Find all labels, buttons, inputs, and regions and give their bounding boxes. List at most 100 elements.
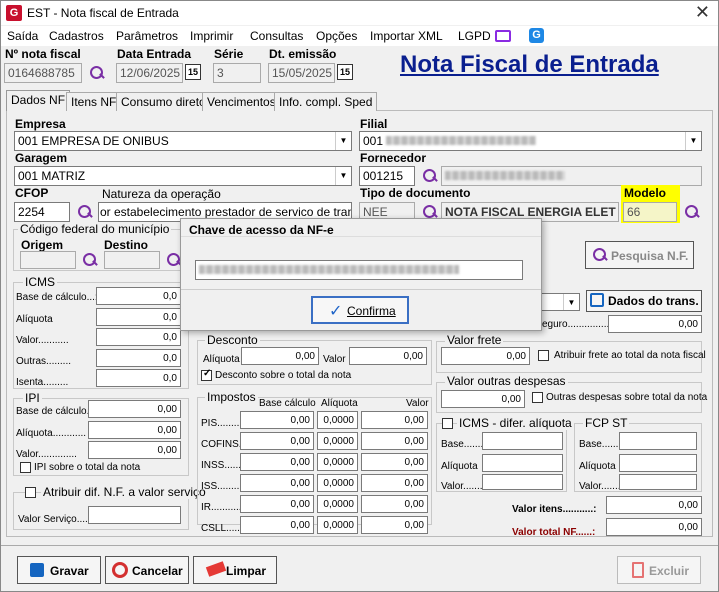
icms-dif-valor-input[interactable] xyxy=(482,474,563,490)
search-modelo-icon[interactable] xyxy=(682,203,700,221)
modelo-input[interactable]: 66 xyxy=(623,202,677,222)
imposto-aliquota-input[interactable]: 0,0000 xyxy=(317,516,358,534)
icms-valor-input[interactable]: 0,0 xyxy=(96,328,181,346)
empresa-select[interactable]: 001 EMPRESA DE ONIBUS ▼ xyxy=(14,131,352,151)
cancelar-button[interactable]: Cancelar xyxy=(105,556,189,584)
menu-imprimir[interactable]: Imprimir xyxy=(190,29,233,43)
tab-consumo-direto[interactable]: Consumo direto xyxy=(116,92,211,111)
imposto-base-input[interactable]: 0,00 xyxy=(240,411,314,429)
ipi-valor-input[interactable]: 0,00 xyxy=(88,441,181,459)
imposto-aliquota-input[interactable]: 0,0000 xyxy=(317,453,358,471)
icms-aliquota-input[interactable]: 0,0 xyxy=(96,308,181,326)
data-entrada-input[interactable]: 12/06/2025 xyxy=(116,63,183,83)
ipi-base-input[interactable]: 0,00 xyxy=(88,400,181,418)
imposto-valor-input[interactable]: 0,00 xyxy=(361,516,428,534)
fcp-aliquota-input[interactable] xyxy=(619,454,697,472)
imposto-base-input[interactable]: 0,00 xyxy=(240,432,314,450)
search-cfop-icon[interactable] xyxy=(75,203,93,221)
icms-dif-base-input[interactable] xyxy=(482,432,563,450)
origem-input[interactable] xyxy=(20,251,76,269)
ipi-aliquota-input[interactable]: 0,00 xyxy=(88,421,181,439)
fcp-base-input[interactable] xyxy=(619,432,697,450)
imposto-aliquota-input[interactable]: 0,0000 xyxy=(317,495,358,513)
icms-outras-input[interactable]: 0,0 xyxy=(96,349,181,367)
desconto-total-checkbox[interactable] xyxy=(201,368,212,381)
page-title: Nota Fiscal de Entrada xyxy=(400,51,659,78)
nota-input[interactable]: 0164688785 xyxy=(4,63,82,83)
valor-total-input[interactable]: 0,00 xyxy=(606,518,702,536)
dt-emissao-input[interactable]: 15/05/2025 xyxy=(268,63,335,83)
desconto-aliquota-input[interactable]: 0,00 xyxy=(241,347,319,365)
imposto-base-input[interactable]: 0,00 xyxy=(240,453,314,471)
imposto-valor-input[interactable]: 0,00 xyxy=(361,411,428,429)
fornecedor-input[interactable]: 001215 xyxy=(359,166,415,186)
cfop-input[interactable]: 2254 xyxy=(14,202,70,222)
desconto-valor-input[interactable]: 0,00 xyxy=(349,347,427,365)
confirma-label: Confirma xyxy=(347,304,396,318)
close-icon[interactable]: ✕ xyxy=(695,2,710,22)
menu-cadastros[interactable]: Cadastros xyxy=(49,29,104,43)
icms-base-input[interactable]: 0,0 xyxy=(96,287,181,305)
destino-input[interactable] xyxy=(104,251,160,269)
tab-vencimentos[interactable]: Vencimentos xyxy=(202,92,281,111)
valor-servico-input[interactable] xyxy=(88,506,181,524)
imposto-base-input[interactable]: 0,00 xyxy=(240,474,314,492)
dados-trans-button[interactable]: Dados do trans. xyxy=(586,290,702,312)
frete-input[interactable]: 0,00 xyxy=(441,347,530,365)
garagem-select[interactable]: 001 MATRIZ ▼ xyxy=(14,166,352,186)
outras-title: Valor outras despesas xyxy=(445,374,568,388)
imposto-valor-input[interactable]: 0,00 xyxy=(361,453,428,471)
serie-input[interactable]: 3 xyxy=(213,63,261,83)
menu-parametros[interactable]: Parâmetros xyxy=(116,29,178,43)
dialog-title: Chave de acesso da NF-e xyxy=(181,219,541,237)
calendar-icon[interactable]: 15 xyxy=(185,64,201,80)
atribuir-checkbox[interactable] xyxy=(25,487,36,498)
imposto-base-input[interactable]: 0,00 xyxy=(240,516,314,534)
excluir-button[interactable]: Excluir xyxy=(617,556,701,584)
imposto-valor-input[interactable]: 0,00 xyxy=(361,495,428,513)
icms-row-label: Outras......... xyxy=(16,356,72,367)
calendar-icon[interactable]: 15 xyxy=(337,64,353,80)
imposto-aliquota-input[interactable]: 0,0000 xyxy=(317,411,358,429)
seguro-input[interactable]: 0,00 xyxy=(608,315,702,333)
icms-dif-aliquota-input[interactable] xyxy=(482,454,563,472)
gravar-button[interactable]: Gravar xyxy=(17,556,101,584)
search-fornecedor-icon[interactable] xyxy=(420,167,438,185)
menu-importar-xml[interactable]: Importar XML xyxy=(370,29,443,43)
menu-lgpd[interactable]: LGPD xyxy=(458,29,491,43)
imposto-valor-input[interactable]: 0,00 xyxy=(361,474,428,492)
search-nota-icon[interactable] xyxy=(87,64,105,82)
icms-isenta-input[interactable]: 0,0 xyxy=(96,369,181,387)
chave-input[interactable] xyxy=(195,260,523,280)
imposto-valor-input[interactable]: 0,00 xyxy=(361,432,428,450)
imposto-base-input[interactable]: 0,00 xyxy=(240,495,314,513)
filial-select[interactable]: 001 ▼ xyxy=(359,131,702,151)
valor-itens-input[interactable]: 0,00 xyxy=(606,496,702,514)
icms-row-label: Isenta......... xyxy=(16,377,69,388)
search-origem-icon[interactable] xyxy=(80,251,98,269)
confirma-button[interactable]: ✓ Confirma xyxy=(311,296,409,324)
tab-itens-nf[interactable]: Itens NF xyxy=(66,92,122,111)
natureza-label: Natureza da operação xyxy=(102,187,221,201)
monitor-icon[interactable] xyxy=(495,30,511,42)
app-g-icon[interactable]: G xyxy=(529,28,544,43)
menu-consultas[interactable]: Consultas xyxy=(250,29,303,43)
gravar-label: Gravar xyxy=(50,564,89,578)
tab-dados-nf[interactable]: Dados NF xyxy=(6,90,71,111)
tab-info-compl[interactable]: Info. compl. Sped xyxy=(274,92,378,111)
outras-input[interactable]: 0,00 xyxy=(441,390,525,408)
menu-opcoes[interactable]: Opções xyxy=(316,29,357,43)
fcp-valor-input[interactable] xyxy=(619,474,697,490)
imposto-aliquota-input[interactable]: 0,0000 xyxy=(317,432,358,450)
ipi-total-checkbox[interactable] xyxy=(20,462,31,473)
pesquisa-nf-button[interactable]: Pesquisa N.F. xyxy=(585,241,694,269)
outras-checkbox[interactable] xyxy=(532,392,543,403)
imposto-aliquota-input[interactable]: 0,0000 xyxy=(317,474,358,492)
icms-dif-checkbox[interactable] xyxy=(442,418,453,429)
frete-select[interactable]: ▼ xyxy=(540,293,580,311)
ipi-row-label: Alíquota............ xyxy=(16,428,87,439)
frete-checkbox[interactable] xyxy=(538,350,549,361)
menu-saida[interactable]: Saída xyxy=(7,29,38,43)
chevron-down-icon: ▼ xyxy=(563,294,579,310)
limpar-button[interactable]: Limpar xyxy=(193,556,277,584)
